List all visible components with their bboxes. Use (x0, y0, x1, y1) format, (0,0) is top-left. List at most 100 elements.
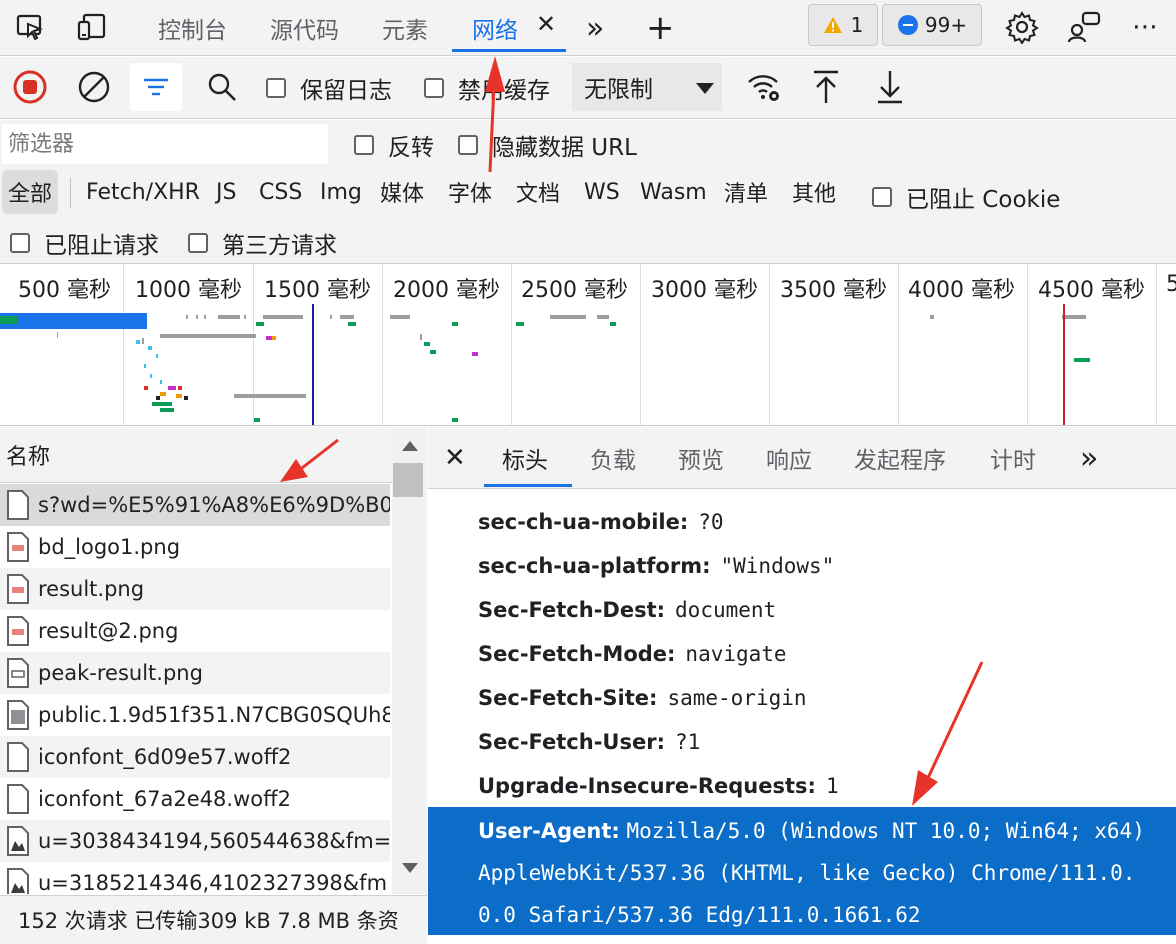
clear-button[interactable] (68, 63, 120, 111)
filter-toggle-button[interactable] (130, 63, 182, 111)
header-row[interactable]: Sec-Fetch-User: ?1 (478, 730, 700, 754)
export-har-button[interactable] (864, 63, 916, 111)
type-filter-ws[interactable]: WS (584, 170, 620, 214)
filter-input[interactable] (2, 124, 328, 164)
request-row[interactable]: iconfont_6d09e57.woff2 (0, 736, 390, 778)
feedback-icon[interactable] (1064, 8, 1104, 46)
preserve-log-box[interactable] (266, 78, 286, 98)
scroll-down-icon[interactable] (402, 863, 418, 873)
tab-preview[interactable]: 预览 (678, 427, 724, 489)
chevron-down-icon (696, 83, 714, 94)
type-filter-doc[interactable]: 文档 (516, 170, 560, 214)
invert-checkbox[interactable]: 反转 (354, 128, 434, 162)
import-har-button[interactable] (800, 63, 852, 111)
type-filter-media[interactable]: 媒体 (380, 170, 424, 214)
warning-icon (823, 17, 842, 33)
header-row[interactable]: Sec-Fetch-Mode: navigate (478, 642, 787, 666)
request-row[interactable]: public.1.9d51f351.N7CBG0SQUh8 (0, 694, 390, 736)
request-row[interactable]: u=3185214346,4102327398&fm (0, 862, 390, 894)
inspect-element-icon[interactable] (10, 8, 50, 46)
header-value: ?0 (698, 510, 724, 534)
request-name: u=3038434194,560544638&fm=5 (38, 829, 390, 853)
device-emulation-icon[interactable] (72, 8, 112, 46)
tab-elements[interactable]: 元素 (382, 0, 428, 56)
hide-data-urls-label: 隐藏数据 URL (492, 135, 637, 161)
more-detail-tabs-icon[interactable]: » (1080, 427, 1098, 489)
type-filter-img[interactable]: Img (320, 170, 362, 214)
message-icon (897, 15, 918, 35)
blocked-requests-checkbox[interactable]: 已阻止请求 (10, 226, 159, 260)
request-name: s?wd=%E5%91%A8%E6%9D%B0 (38, 493, 390, 517)
request-rows: s?wd=%E5%91%A8%E6%9D%B0 bd_logo1.png res… (0, 484, 392, 894)
warnings-count: 1 (850, 13, 864, 37)
header-value: navigate (685, 642, 787, 666)
disable-cache-box[interactable] (424, 78, 444, 98)
search-button[interactable] (196, 63, 248, 111)
preserve-log-checkbox[interactable]: 保留日志 (266, 71, 392, 105)
font-file-icon (7, 742, 29, 772)
request-row[interactable]: peak-result.png (0, 652, 390, 694)
hide-data-urls-checkbox[interactable]: 隐藏数据 URL (458, 128, 637, 162)
header-row[interactable]: Sec-Fetch-Site: same-origin (478, 686, 807, 710)
blocked-cookies-box[interactable] (872, 187, 892, 207)
tab-initiator[interactable]: 发起程序 (854, 427, 946, 489)
record-button[interactable] (4, 63, 56, 111)
disable-cache-checkbox[interactable]: 禁用缓存 (424, 71, 550, 105)
add-tab-icon[interactable]: + (646, 0, 675, 56)
scroll-up-icon[interactable] (402, 441, 418, 451)
request-row[interactable]: s?wd=%E5%91%A8%E6%9D%B0 (0, 484, 390, 526)
blocked-row: 已阻止请求 第三方请求 (0, 216, 1176, 264)
tab-headers[interactable]: 标头 (502, 427, 548, 489)
throttling-select[interactable]: 无限制 (572, 63, 722, 111)
header-name: Sec-Fetch-Dest: (478, 598, 666, 622)
network-conditions-button[interactable] (738, 63, 790, 111)
preserve-log-label: 保留日志 (300, 78, 392, 104)
tab-console[interactable]: 控制台 (158, 0, 227, 56)
header-value-continued: 0.0 Safari/537.36 Edg/111.0.1661.62 (478, 903, 921, 927)
request-name: iconfont_67a2e48.woff2 (38, 787, 291, 811)
blocked-cookies-checkbox[interactable]: 已阻止 Cookie (872, 180, 1060, 214)
type-filter-manifest[interactable]: 清单 (724, 170, 768, 214)
request-row[interactable]: iconfont_67a2e48.woff2 (0, 778, 390, 820)
type-filter-js[interactable]: JS (216, 170, 236, 214)
request-row[interactable]: result@2.png (0, 610, 390, 652)
tab-sources[interactable]: 源代码 (270, 0, 339, 56)
network-overview-timeline[interactable]: 500 毫秒 1000 毫秒 1500 毫秒 2000 毫秒 2500 毫秒 3… (0, 264, 1176, 426)
request-row[interactable]: u=3038434194,560544638&fm=5 (0, 820, 390, 862)
more-tabs-icon[interactable]: » (586, 0, 604, 56)
blocked-requests-box[interactable] (10, 233, 30, 253)
messages-badge[interactable]: 99+ (882, 4, 982, 46)
third-party-checkbox[interactable]: 第三方请求 (188, 226, 337, 260)
scrollbar-thumb[interactable] (393, 463, 423, 497)
type-filter-wasm[interactable]: Wasm (640, 170, 707, 214)
header-row[interactable]: Sec-Fetch-Dest: document (478, 598, 776, 622)
settings-gear-icon[interactable] (1002, 8, 1042, 46)
tab-timing[interactable]: 计时 (990, 427, 1036, 489)
header-row[interactable]: sec-ch-ua-mobile: ?0 (478, 510, 724, 534)
tab-payload[interactable]: 负载 (590, 427, 636, 489)
request-row[interactable]: bd_logo1.png (0, 526, 390, 568)
invert-box[interactable] (354, 135, 374, 155)
name-column-header[interactable]: 名称 (0, 427, 392, 483)
warnings-badge[interactable]: 1 (808, 4, 878, 46)
close-tab-icon[interactable]: ✕ (534, 8, 558, 40)
header-value: same-origin (667, 686, 807, 710)
request-list-scrollbar[interactable] (392, 427, 427, 894)
tab-network[interactable]: 网络 (472, 0, 518, 56)
type-filter-fetch-xhr[interactable]: Fetch/XHR (86, 170, 200, 214)
third-party-box[interactable] (188, 233, 208, 253)
type-filter-font[interactable]: 字体 (448, 170, 492, 214)
type-filter-css[interactable]: CSS (259, 170, 302, 214)
user-agent-header-row[interactable]: User-Agent: Mozilla/5.0 (Windows NT 10.0… (428, 807, 1176, 935)
header-row[interactable]: Upgrade-Insecure-Requests: 1 (478, 774, 839, 798)
more-options-icon[interactable]: ⋯ (1126, 8, 1166, 46)
request-row[interactable]: result.png (0, 568, 390, 610)
tab-response[interactable]: 响应 (766, 427, 812, 489)
hide-data-urls-box[interactable] (458, 135, 478, 155)
close-detail-icon[interactable]: ✕ (444, 427, 466, 489)
request-list-panel: 名称 s?wd=%E5%91%A8%E6%9D%B0 bd_logo1.png … (0, 427, 427, 944)
header-row[interactable]: sec-ch-ua-platform: "Windows" (478, 554, 834, 578)
type-filter-all[interactable]: 全部 (2, 170, 59, 214)
type-filter-other[interactable]: 其他 (792, 170, 836, 214)
filter-icon (144, 78, 168, 96)
